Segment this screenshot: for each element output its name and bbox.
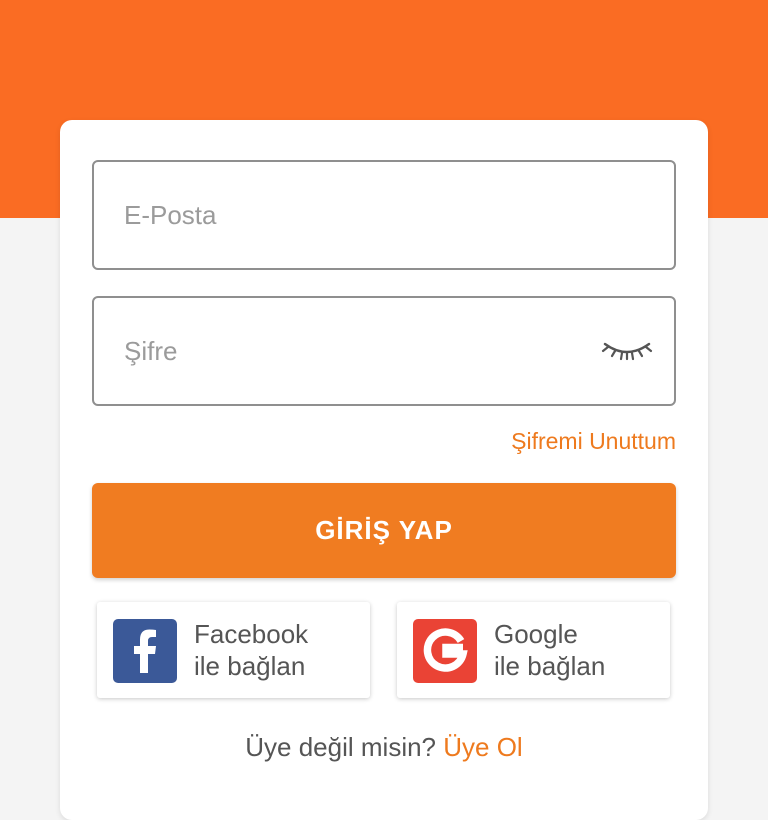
email-input[interactable] [94, 162, 674, 268]
signup-row: Üye değil misin? Üye Ol [60, 732, 708, 763]
signup-prompt: Üye değil misin? [245, 732, 444, 762]
google-label-line2: ile bağlan [494, 651, 606, 681]
google-login-button[interactable]: Google ile bağlan [397, 602, 670, 698]
signup-link[interactable]: Üye Ol [443, 732, 522, 762]
facebook-label-line1: Facebook [194, 619, 309, 649]
google-icon [413, 619, 477, 683]
forgot-password-link[interactable]: Şifremi Unuttum [511, 428, 676, 455]
email-field-box[interactable] [92, 160, 676, 270]
password-input[interactable] [94, 298, 674, 404]
google-login-label: Google ile bağlan [494, 618, 605, 682]
facebook-login-button[interactable]: Facebook ile bağlan [97, 602, 370, 698]
facebook-icon [113, 619, 177, 683]
login-card: Şifremi Unuttum GİRİŞ YAP Facebook ile b… [60, 120, 708, 820]
facebook-label-line2: ile bağlan [194, 651, 306, 681]
eye-closed-icon[interactable] [600, 332, 654, 364]
facebook-login-label: Facebook ile bağlan [194, 618, 308, 682]
login-button[interactable]: GİRİŞ YAP [92, 483, 676, 578]
password-field-box[interactable] [92, 296, 676, 406]
google-label-line1: Google [494, 619, 578, 649]
